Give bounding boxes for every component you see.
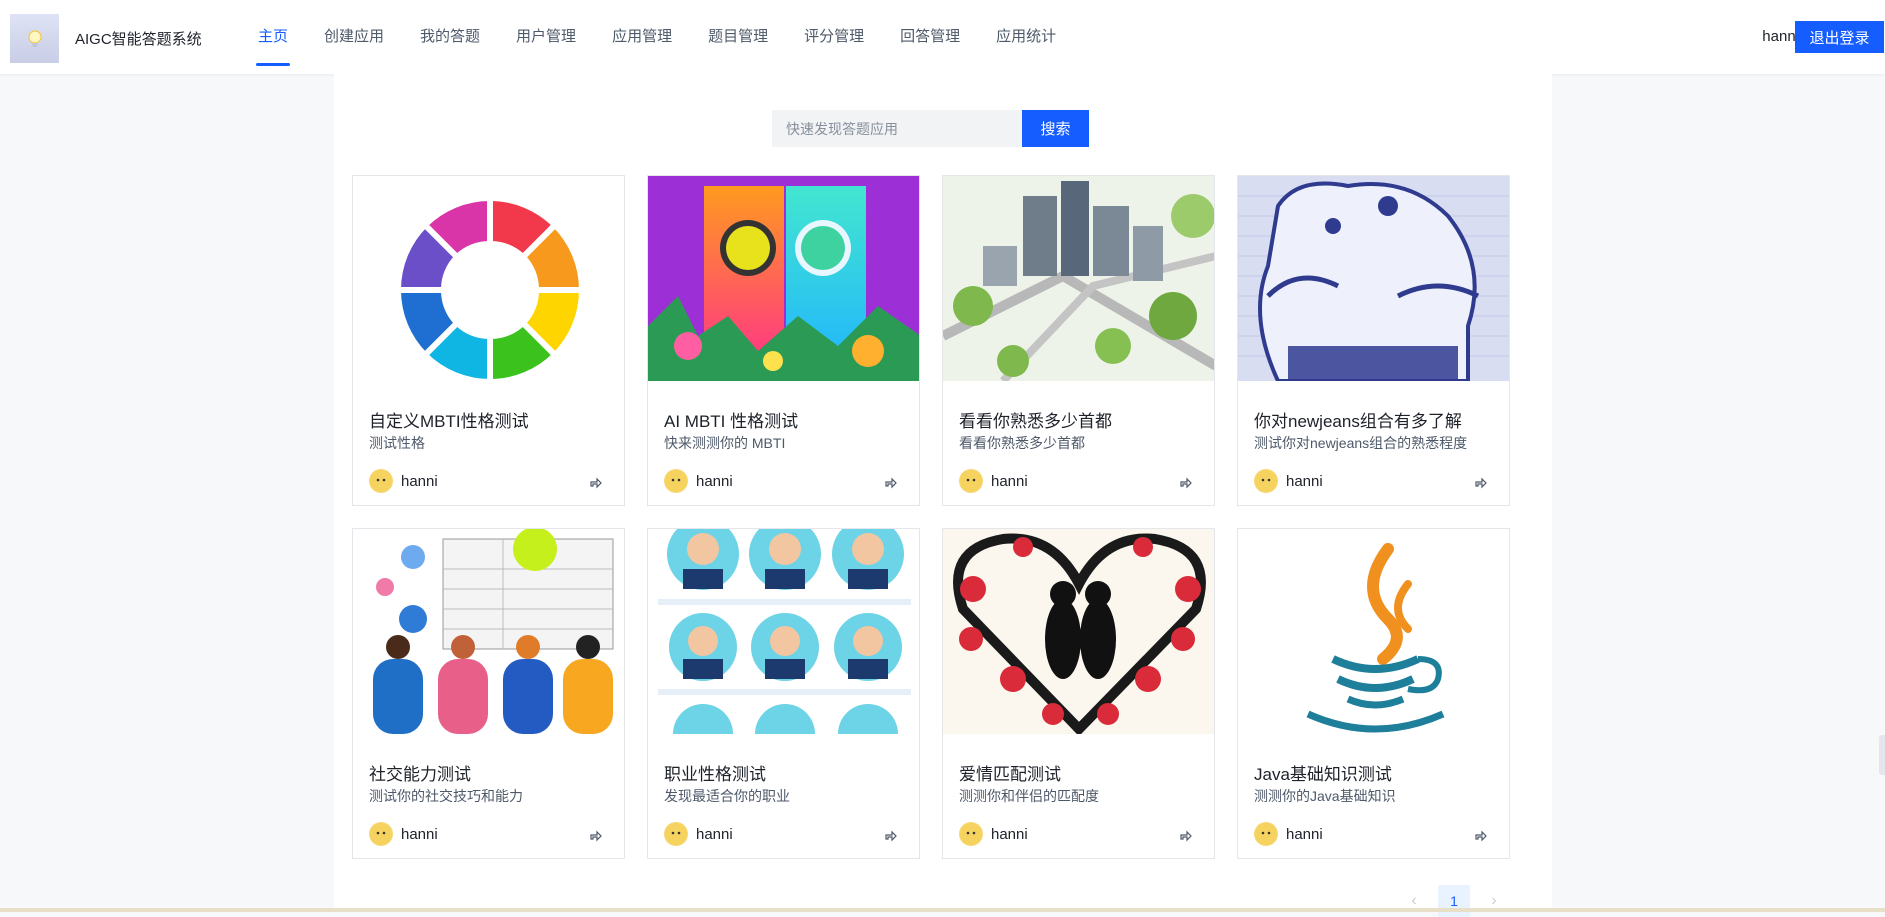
avatar [369, 469, 393, 493]
avatar [959, 822, 983, 846]
user-avatar-icon [1255, 470, 1277, 492]
side-drawer-handle[interactable] [1879, 735, 1885, 775]
user-avatar-icon [960, 823, 982, 845]
app-card-title: Java基础知识测试 [1254, 765, 1392, 784]
app-card-description: 看看你熟悉多少首都 [959, 435, 1085, 451]
share-icon[interactable] [588, 473, 604, 489]
app-cover-image [353, 176, 624, 381]
app-card[interactable]: 职业性格测试 发现最适合你的职业 hanni [647, 528, 920, 859]
nav-item-home[interactable]: 主页 [240, 0, 306, 74]
app-card[interactable]: Java基础知识测试 测测你的Java基础知识 hanni [1237, 528, 1510, 859]
app-card-author: hanni [1286, 473, 1323, 490]
app-card-description: 测测你的Java基础知识 [1254, 788, 1396, 804]
share-icon[interactable] [1178, 826, 1194, 842]
app-card-title: 爱情匹配测试 [959, 765, 1061, 784]
avatar [959, 469, 983, 493]
pagination: ‹ 1 › [1404, 885, 1504, 917]
app-card-title: 自定义MBTI性格测试 [369, 412, 529, 431]
share-icon[interactable] [1178, 473, 1194, 489]
share-icon[interactable] [883, 473, 899, 489]
avatar [1254, 822, 1278, 846]
lightbulb-icon [27, 29, 42, 47]
user-avatar-icon [960, 470, 982, 492]
app-card-description: 快来测测你的 MBTI [664, 435, 786, 451]
user-avatar-icon [370, 470, 392, 492]
app-card-title: 职业性格测试 [664, 765, 766, 784]
top-header: AIGC智能答题系统 主页 创建应用 我的答题 用户管理 应用管理 题目管理 评… [0, 0, 1885, 74]
current-username: hanni [1762, 28, 1799, 45]
app-card-author: hanni [696, 826, 733, 843]
brand-title: AIGC智能答题系统 [75, 31, 202, 48]
app-card-title: 你对newjeans组合有多了解 [1254, 412, 1462, 431]
search-bar: 搜索 [772, 110, 1089, 147]
nav-item-app-management[interactable]: 应用管理 [594, 0, 690, 74]
app-card-title: 看看你熟悉多少首都 [959, 412, 1112, 431]
app-card-description: 测测你和伴侣的匹配度 [959, 788, 1099, 804]
app-card[interactable]: AI MBTI 性格测试 快来测测你的 MBTI hanni [647, 175, 920, 506]
app-card-description: 测试你对newjeans组合的熟悉程度 [1254, 435, 1468, 451]
nav-item-answer-management[interactable]: 回答管理 [882, 0, 978, 74]
search-input[interactable] [772, 110, 1022, 147]
share-icon[interactable] [883, 826, 899, 842]
nav-item-create-app[interactable]: 创建应用 [306, 0, 402, 74]
app-card-description: 发现最适合你的职业 [664, 788, 790, 804]
app-card-author: hanni [991, 473, 1028, 490]
logout-button[interactable]: 退出登录 [1795, 21, 1884, 53]
avatar [664, 822, 688, 846]
avatar [369, 822, 393, 846]
user-avatar-icon [1255, 823, 1277, 845]
nav-item-scoring-management[interactable]: 评分管理 [786, 0, 882, 74]
share-icon[interactable] [1473, 473, 1489, 489]
app-card[interactable]: 自定义MBTI性格测试 测试性格 hanni [352, 175, 625, 506]
app-card-author: hanni [1286, 826, 1323, 843]
user-avatar-icon [665, 823, 687, 845]
page-number-button[interactable]: 1 [1438, 885, 1470, 917]
app-card-title: AI MBTI 性格测试 [664, 412, 799, 431]
app-card-description: 测试你的社交技巧和能力 [369, 788, 523, 804]
avatar [664, 469, 688, 493]
app-card-author: hanni [991, 826, 1028, 843]
app-cover-image [353, 529, 624, 734]
app-logo[interactable] [10, 14, 59, 63]
app-card-description: 测试性格 [369, 435, 425, 451]
app-card[interactable]: 你对newjeans组合有多了解 测试你对newjeans组合的熟悉程度 han… [1237, 175, 1510, 506]
app-card[interactable]: 看看你熟悉多少首都 看看你熟悉多少首都 hanni [942, 175, 1215, 506]
app-card-author: hanni [401, 826, 438, 843]
app-cover-image [648, 529, 919, 734]
nav-item-my-answers[interactable]: 我的答题 [402, 0, 498, 74]
user-avatar-icon [370, 823, 392, 845]
app-card-author: hanni [696, 473, 733, 490]
app-card[interactable]: 社交能力测试 测试你的社交技巧和能力 hanni [352, 528, 625, 859]
app-cover-image [943, 529, 1214, 734]
app-card-title: 社交能力测试 [369, 765, 471, 784]
app-cover-image [648, 176, 919, 381]
app-cover-image [943, 176, 1214, 381]
app-cover-image [1238, 176, 1509, 381]
avatar [1254, 469, 1278, 493]
nav-item-user-management[interactable]: 用户管理 [498, 0, 594, 74]
nav-item-question-management[interactable]: 题目管理 [690, 0, 786, 74]
main-nav: 主页 创建应用 我的答题 用户管理 应用管理 题目管理 评分管理 回答管理 应用… [240, 0, 1074, 74]
app-card-author: hanni [401, 473, 438, 490]
app-cover-image [1238, 529, 1509, 734]
user-avatar-icon [665, 470, 687, 492]
app-card[interactable]: 爱情匹配测试 测测你和伴侣的匹配度 hanni [942, 528, 1215, 859]
search-button[interactable]: 搜索 [1022, 110, 1089, 147]
share-icon[interactable] [588, 826, 604, 842]
share-icon[interactable] [1473, 826, 1489, 842]
bottom-divider [0, 908, 1885, 912]
nav-item-app-statistics[interactable]: 应用统计 [978, 0, 1074, 74]
